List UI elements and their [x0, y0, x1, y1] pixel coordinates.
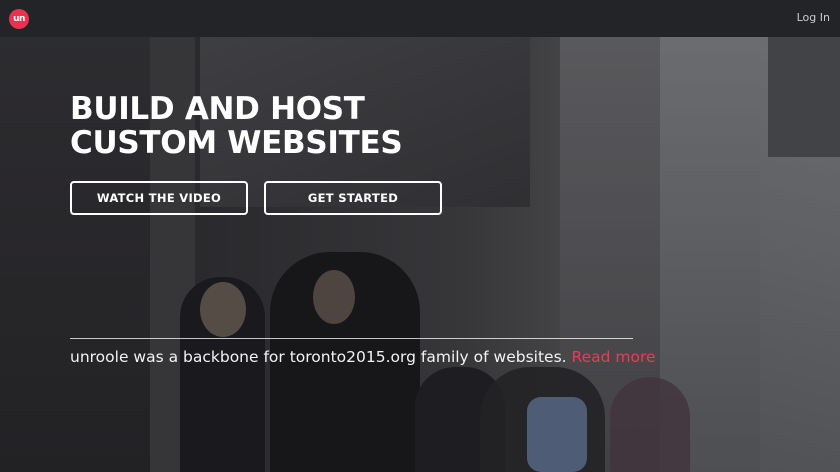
- hero-divider: [70, 338, 633, 339]
- hero-headline: BUILD AND HOST CUSTOM WEBSITES: [70, 92, 490, 160]
- headline-line-2: CUSTOM WEBSITES: [70, 125, 403, 161]
- tagline-text: unroole was a backbone for toronto2015.o…: [70, 348, 567, 366]
- hero-tagline: unroole was a backbone for toronto2015.o…: [70, 348, 670, 366]
- unroole-logo-icon[interactable]: un: [9, 9, 29, 29]
- top-navigation-bar: un Log In: [0, 0, 840, 37]
- watch-video-button[interactable]: WATCH THE VIDEO: [70, 181, 248, 215]
- headline-line-1: BUILD AND HOST: [70, 91, 365, 127]
- read-more-link[interactable]: Read more: [572, 348, 656, 366]
- login-link[interactable]: Log In: [797, 11, 830, 24]
- get-started-button[interactable]: GET STARTED: [264, 181, 442, 215]
